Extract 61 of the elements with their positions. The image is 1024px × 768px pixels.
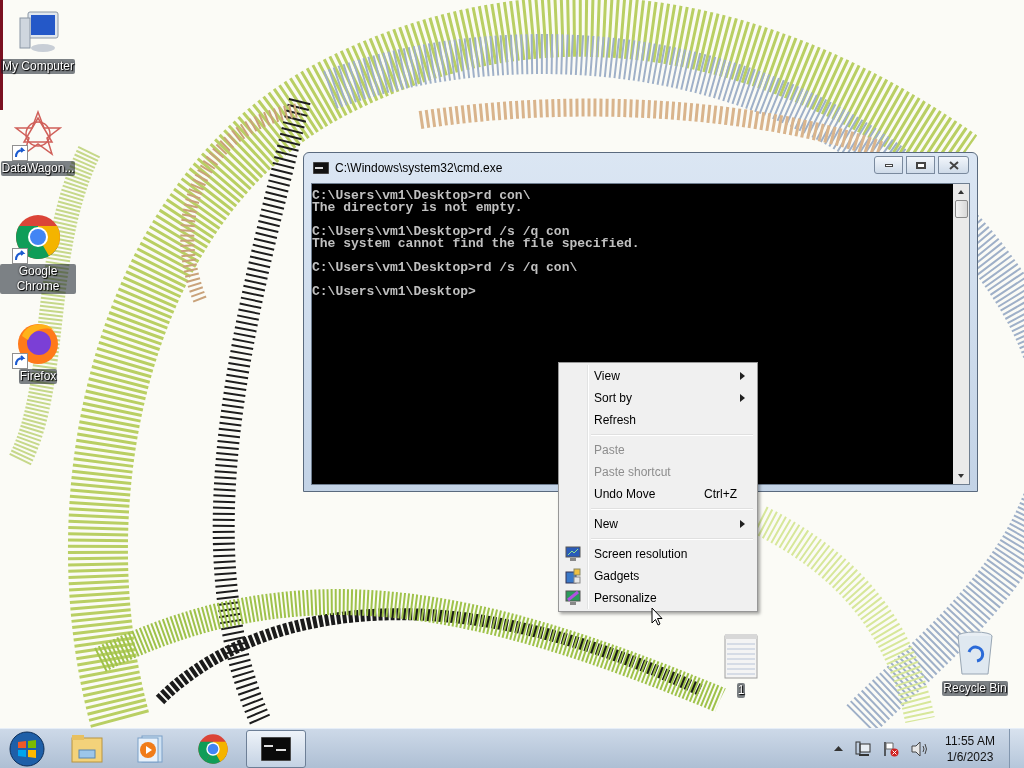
desktop-icon-label[interactable]: Recycle Bin [942,681,1008,696]
close-button[interactable] [938,156,969,174]
network-icon[interactable] [855,740,871,757]
menu-item-label: View [594,368,620,385]
menu-item-label: Paste shortcut [594,464,671,481]
menu-item[interactable]: Undo Move Ctrl+Z [561,483,755,505]
clock-time: 11:55 AM [945,732,995,749]
monitor-icon [565,546,581,562]
menu-item[interactable]: New [561,513,755,535]
shortcut-text: Ctrl+Z [704,486,737,503]
window-title: C:\Windows\system32\cmd.exe [335,160,503,177]
browser-icon [197,732,229,765]
menu-item-label: Undo Move [594,486,656,503]
scrollbar[interactable] [953,184,969,484]
folder-icon [71,733,103,764]
menu-item[interactable]: Sort by [561,387,755,409]
menu-item[interactable]: View [561,365,755,387]
terminal-icon [261,736,291,761]
console-line: C:\Users\vm1\Desktop>rd /s /q con\ [312,262,578,274]
monitor-brush-icon [565,590,581,606]
caret-up-icon[interactable] [834,746,843,751]
desktop-icon-label[interactable]: Google Chrome [0,264,76,294]
menu-item-label: Refresh [594,412,637,429]
menu-item-label: Screen resolution [594,546,688,563]
console-line: C:\Users\vm1\Desktop>rd con\ [312,190,531,202]
menu-item-label: Personalize [594,590,657,607]
taskbar-button[interactable] [246,729,306,768]
close-icon [948,160,959,170]
menu-item[interactable]: Refresh [561,409,755,431]
volume-icon[interactable] [911,740,929,757]
media-player-icon [136,733,164,764]
maximize-button[interactable] [906,156,935,174]
show-desktop-button[interactable] [1009,728,1024,768]
console-line: The directory is not empty. [312,202,523,214]
scrollbar-thumb[interactable] [954,200,968,218]
clock-date: 1/6/2023 [946,748,994,765]
menu-item-label: Paste [594,442,625,459]
console-line: The system cannot find the file specified. [312,238,640,250]
menu-item[interactable]: Screen resolution [561,543,755,565]
flag-icon[interactable] [883,740,899,757]
text-file-icon [723,632,759,680]
menu-item[interactable]: Personalize [561,587,755,609]
menu-item-label: New [594,516,618,533]
recycle-bin-icon [955,630,995,678]
console-line: C:\Users\vm1\Desktop> [312,286,476,298]
gadgets-icon [565,568,581,584]
clock[interactable]: 11:55 AM 1/6/2023 [939,732,1001,765]
menu-item-label: Sort by [594,390,632,407]
minimize-button[interactable] [874,156,903,174]
star-icon [14,110,62,158]
browser-icon [14,213,62,261]
terminal-icon [313,162,329,174]
menu-item-label: Gadgets [594,568,640,585]
desktop-icon-label[interactable]: DataWagon... [0,161,76,176]
desktop-icon-label[interactable]: 1 [736,683,746,698]
desktop-icon-label[interactable]: Firefox [18,369,58,384]
mouse-pointer-icon [651,607,663,626]
menu-item[interactable]: Gadgets [561,565,755,587]
desktop-icon-label[interactable]: My Computer [1,59,75,74]
console-line: C:\Users\vm1\Desktop>rd /s /q con [312,226,570,238]
windows-logo-icon [9,730,45,767]
